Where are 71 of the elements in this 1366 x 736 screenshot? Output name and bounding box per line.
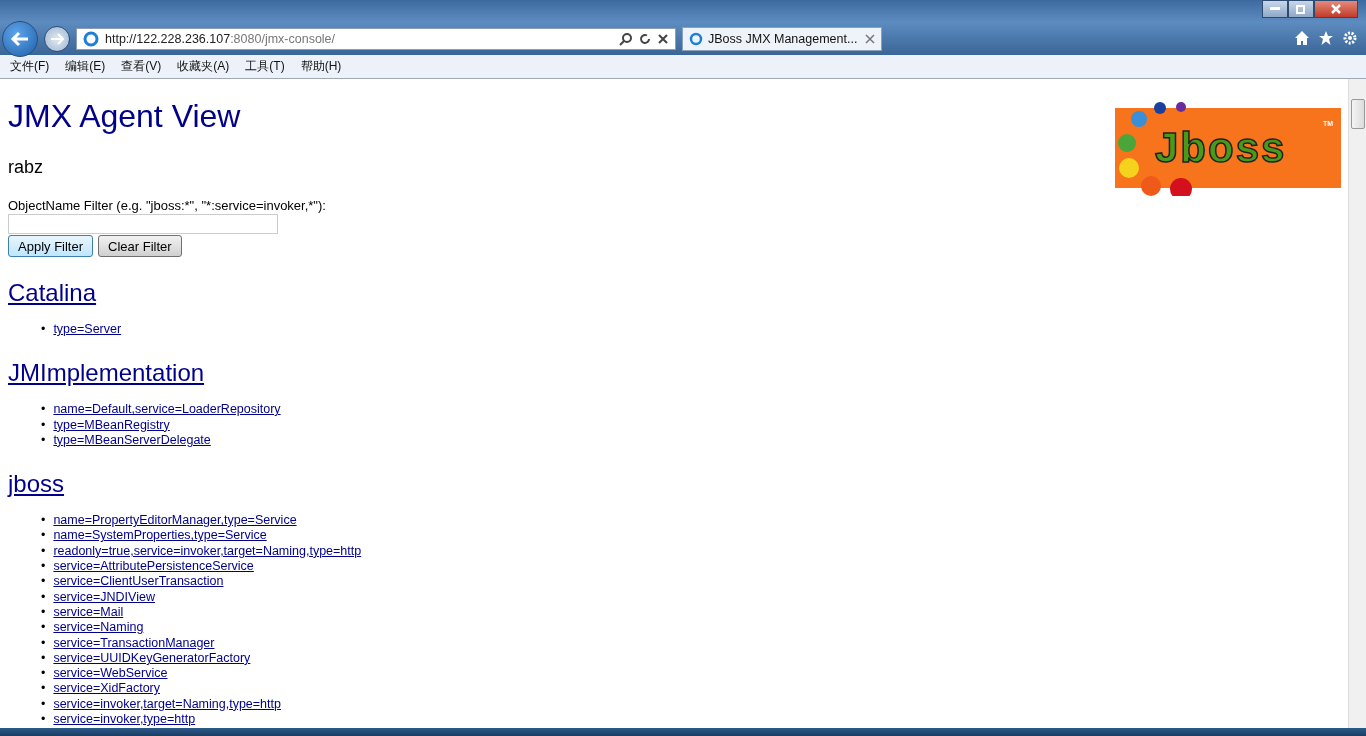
- menu-item[interactable]: 文件(F): [10, 58, 50, 75]
- menu-item[interactable]: 编辑(E): [65, 58, 106, 75]
- mbean-link[interactable]: service=UUIDKeyGeneratorFactory: [53, 650, 251, 667]
- list-bullet: •: [41, 604, 46, 621]
- close-icon[interactable]: [657, 32, 669, 45]
- mbean-link[interactable]: type=Server: [53, 322, 122, 338]
- mbean-link[interactable]: service=WebService: [53, 666, 168, 682]
- mbean-link[interactable]: service=TransactionManager: [53, 635, 215, 651]
- list-bullet: •: [41, 620, 46, 636]
- settings-icon[interactable]: [1342, 30, 1358, 46]
- list-bullet: •: [41, 574, 46, 590]
- back-button[interactable]: [2, 20, 38, 57]
- minimize-button[interactable]: [1262, 0, 1288, 18]
- mbean-link[interactable]: type=MBeanRegistry: [53, 417, 170, 433]
- mbean-link[interactable]: service=Mail: [53, 604, 124, 621]
- address-bar[interactable]: http://122.228.236.107:8080/jmx-console/: [76, 27, 676, 50]
- home-icon[interactable]: [1294, 30, 1310, 46]
- close-icon: [1331, 4, 1341, 14]
- domain-link[interactable]: Catalina: [8, 279, 97, 307]
- filter-button[interactable]: Clear Filter: [98, 235, 182, 257]
- browser-tab[interactable]: JBoss JMX Management...: [682, 26, 882, 51]
- menu-item[interactable]: 查看(V): [121, 58, 162, 75]
- list-bullet: •: [41, 543, 46, 560]
- list-bullet: •: [41, 417, 46, 433]
- close-button[interactable]: [1314, 0, 1358, 18]
- mbean-link[interactable]: service=invoker,type=http: [53, 712, 196, 728]
- mbean-link[interactable]: service=ClientUserTransaction: [53, 574, 224, 590]
- list-bullet: •: [41, 712, 46, 728]
- minimize-icon: [1270, 7, 1280, 11]
- list-bullet: •: [41, 696, 46, 713]
- search-icon[interactable]: [619, 31, 633, 46]
- mbean-link[interactable]: service=Naming: [53, 620, 144, 636]
- mbean-link[interactable]: name=Default,service=LoaderRepository: [53, 402, 281, 418]
- menu-item[interactable]: 收藏夹(A): [177, 58, 230, 75]
- domain-link[interactable]: JMImplementation: [8, 359, 205, 388]
- refresh-icon[interactable]: [639, 32, 651, 45]
- menu-item[interactable]: 工具(T): [245, 58, 285, 75]
- agent-name: rabz: [8, 157, 44, 178]
- list-bullet: •: [41, 650, 46, 667]
- scrollbar[interactable]: [1348, 79, 1366, 728]
- mbean-link[interactable]: service=invoker,target=Naming,type=http: [53, 696, 281, 713]
- forward-button[interactable]: [44, 25, 70, 52]
- mbean-link[interactable]: name=SystemProperties,type=Service: [53, 528, 267, 544]
- list-bullet: •: [41, 322, 46, 338]
- mbean-link[interactable]: readonly=true,service=invoker,target=Naming,type=http: [53, 543, 362, 560]
- restore-icon: [1296, 4, 1306, 14]
- list-bullet: •: [41, 681, 46, 697]
- filter-input[interactable]: [8, 214, 278, 234]
- list-bullet: •: [41, 559, 46, 575]
- domain-link[interactable]: jboss: [8, 470, 65, 499]
- list-bullet: •: [41, 432, 46, 449]
- mbean-link[interactable]: service=JNDIView: [53, 589, 155, 605]
- list-bullet: •: [41, 666, 46, 682]
- list-bullet: •: [41, 402, 46, 418]
- filter-label: ObjectName Filter (e.g. "jboss:*", "*:service=invoker,*"):: [8, 198, 327, 213]
- list-bullet: •: [41, 528, 46, 544]
- mbean-link[interactable]: name=PropertyEditorManager,type=Service: [53, 513, 297, 529]
- mbean-link[interactable]: service=XidFactory: [53, 681, 161, 697]
- url-text: http://122.228.236.107:8080/jmx-console/: [105, 31, 337, 46]
- list-bullet: •: [41, 513, 46, 529]
- filter-button[interactable]: Apply Filter: [8, 235, 94, 257]
- restore-button[interactable]: [1288, 0, 1314, 18]
- star-icon[interactable]: [1318, 30, 1334, 46]
- menu-item[interactable]: 帮助(H): [300, 58, 342, 75]
- page-title: JMX Agent View: [8, 98, 241, 135]
- list-bullet: •: [41, 589, 46, 605]
- mbean-link[interactable]: type=MBeanServerDelegate: [53, 432, 211, 449]
- back-arrow-icon: [10, 30, 30, 47]
- mbean-link[interactable]: service=AttributePersistenceService: [53, 559, 254, 575]
- list-bullet: •: [41, 635, 46, 651]
- forward-arrow-icon: [50, 32, 64, 45]
